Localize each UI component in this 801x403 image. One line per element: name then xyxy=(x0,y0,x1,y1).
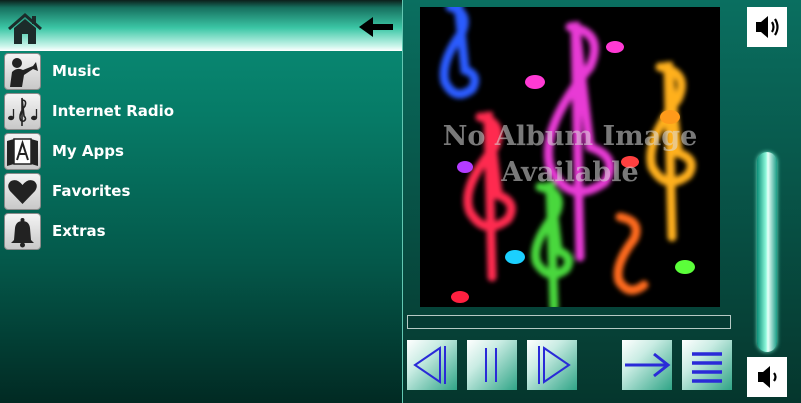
volume-slider[interactable] xyxy=(757,152,777,352)
album-art: No Album Image Available xyxy=(420,7,720,307)
speaker-low-icon xyxy=(747,366,787,401)
menu-item-extras[interactable]: Extras xyxy=(2,213,400,251)
pause-button[interactable] xyxy=(467,340,517,390)
no-album-image-text: No Album Image Available xyxy=(420,119,720,191)
volume-up-button[interactable] xyxy=(747,7,787,47)
back-arrow-icon xyxy=(356,17,396,44)
album-placeholder-line2: Available xyxy=(501,157,639,188)
bell-icon xyxy=(4,213,41,250)
menu-item-label: Extras xyxy=(52,222,106,240)
home-icon xyxy=(6,13,44,51)
trumpet-player-icon xyxy=(4,53,41,90)
apps-book-icon xyxy=(4,133,41,170)
previous-button[interactable] xyxy=(407,340,457,390)
forward-button[interactable] xyxy=(622,340,672,390)
album-placeholder-line1: No Album Image xyxy=(442,121,698,152)
menu-item-music[interactable]: Music xyxy=(2,53,400,91)
pause-icon xyxy=(467,348,517,394)
progress-bar[interactable] xyxy=(407,315,731,329)
home-button[interactable] xyxy=(6,11,44,47)
forward-arrow-icon xyxy=(622,352,672,394)
menu-item-internet-radio[interactable]: Internet Radio xyxy=(2,93,400,131)
menu-button[interactable] xyxy=(682,340,732,390)
back-button[interactable] xyxy=(356,14,396,40)
menu-icon xyxy=(682,352,732,394)
top-bar xyxy=(0,0,402,51)
previous-icon xyxy=(407,346,457,394)
menu-item-label: Favorites xyxy=(52,182,131,200)
menu-item-label: Internet Radio xyxy=(52,102,175,120)
menu-item-label: Music xyxy=(52,62,101,80)
music-notes-icon xyxy=(4,93,41,130)
volume-down-button[interactable] xyxy=(747,357,787,397)
next-button[interactable] xyxy=(527,340,577,390)
navigation-panel: Music Internet Radio My Apps Favorites E… xyxy=(0,0,402,403)
volume-level xyxy=(757,152,777,352)
menu-item-label: My Apps xyxy=(52,142,124,160)
menu-item-my-apps[interactable]: My Apps xyxy=(2,133,400,171)
heart-icon xyxy=(4,173,41,210)
menu-item-favorites[interactable]: Favorites xyxy=(2,173,400,211)
next-icon xyxy=(527,346,577,394)
speaker-icon xyxy=(747,16,787,51)
